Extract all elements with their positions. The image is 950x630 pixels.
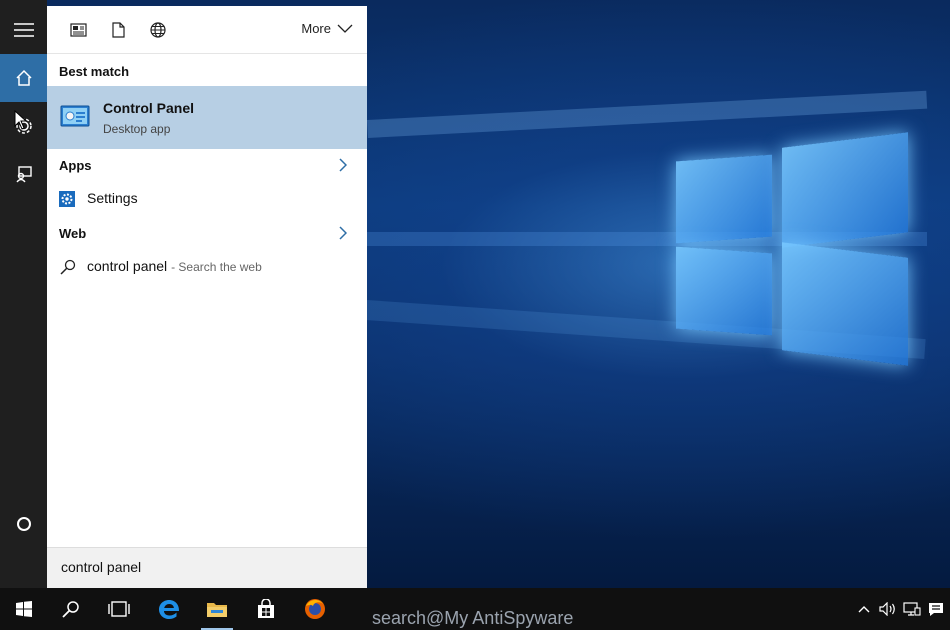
network-button[interactable]	[901, 588, 923, 630]
document-icon	[111, 22, 125, 38]
search-results-panel: More Best match Control Panel Desktop ap…	[47, 6, 367, 588]
show-hidden-icons-button[interactable]	[854, 588, 874, 630]
chevron-down-icon	[337, 24, 353, 33]
store-bag-icon	[258, 599, 274, 618]
watermark-text: search@My AntiSpyware	[372, 608, 574, 628]
home-icon	[15, 69, 32, 86]
best-match-result-control-panel[interactable]: Control Panel Desktop app	[47, 86, 367, 149]
apps-header[interactable]: Apps	[59, 158, 92, 173]
windows-logo-icon	[16, 601, 32, 617]
chevron-up-icon	[858, 606, 870, 613]
windows-logo-pane	[676, 246, 772, 336]
apps-expand-button[interactable]	[335, 157, 351, 173]
windows-logo-pane	[782, 242, 908, 366]
news-icon	[69, 23, 87, 37]
speaker-icon	[879, 602, 895, 616]
store-app-button[interactable]	[242, 588, 290, 630]
windows-logo-pane	[782, 132, 908, 248]
search-icon	[60, 259, 76, 275]
search-box[interactable]	[47, 547, 367, 588]
start-left-rail	[0, 0, 47, 588]
notification-icon	[929, 602, 943, 616]
home-button[interactable]	[0, 54, 47, 102]
web-header[interactable]: Web	[59, 226, 86, 241]
web-query: control panel	[87, 258, 168, 274]
search-taskbar-button[interactable]	[47, 588, 95, 630]
file-explorer-button[interactable]	[193, 588, 241, 630]
best-match-title: Control Panel	[103, 100, 195, 116]
start-button[interactable]	[0, 588, 48, 630]
list-item-settings[interactable]: Settings	[47, 184, 367, 214]
filter-bar: More	[47, 6, 367, 54]
filter-files-button[interactable]	[108, 20, 128, 40]
web-expand-button[interactable]	[335, 225, 351, 241]
best-match-subtitle: Desktop app	[103, 122, 171, 136]
feedback-button[interactable]	[0, 150, 47, 198]
best-match-header: Best match	[59, 64, 130, 79]
folder-icon	[207, 603, 227, 617]
settings-label: Settings	[87, 190, 138, 206]
action-center-button[interactable]	[925, 588, 947, 630]
edge-browser-icon	[159, 600, 180, 619]
edge-app-button[interactable]	[145, 588, 193, 630]
search-icon	[62, 601, 79, 618]
settings-button[interactable]	[0, 102, 47, 150]
list-item-web-search[interactable]: control panel - Search the web	[47, 252, 367, 282]
control-panel-icon	[60, 105, 90, 127]
search-input[interactable]	[59, 558, 353, 576]
task-view-button[interactable]	[95, 588, 143, 630]
volume-button[interactable]	[876, 588, 900, 630]
firefox-icon	[305, 599, 325, 619]
filter-documents-button[interactable]	[68, 20, 88, 40]
chevron-right-icon	[339, 158, 347, 172]
more-filters-button[interactable]: More	[301, 21, 353, 36]
light-beam	[367, 90, 928, 138]
cortana-button[interactable]	[0, 500, 47, 548]
task-view-icon	[108, 601, 130, 617]
filter-web-button[interactable]	[148, 20, 168, 40]
mouse-cursor-icon	[14, 110, 28, 130]
chevron-right-icon	[339, 226, 347, 240]
hamburger-icon	[13, 23, 34, 37]
network-icon	[903, 602, 921, 616]
globe-icon	[150, 22, 166, 38]
settings-gear-icon	[59, 191, 75, 207]
windows-logo-pane	[676, 154, 772, 244]
web-search-text: control panel - Search the web	[87, 258, 262, 274]
feedback-icon	[15, 166, 32, 183]
hamburger-menu-button[interactable]	[0, 6, 47, 54]
web-hint: - Search the web	[171, 260, 262, 274]
firefox-app-button[interactable]	[291, 588, 339, 630]
cortana-circle-icon	[16, 517, 31, 531]
more-label: More	[301, 21, 331, 36]
taskbar: search@My AntiSpyware	[0, 588, 950, 630]
